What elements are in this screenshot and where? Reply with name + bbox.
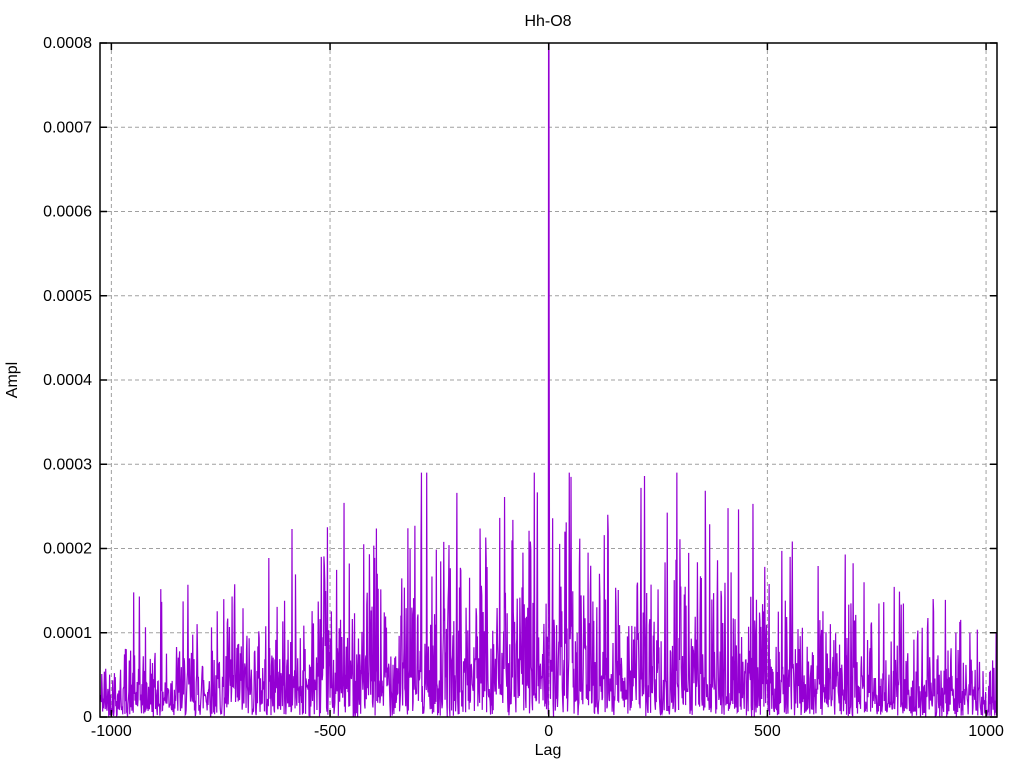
- chart-svg: -1000 -500 0 500 1000 0 0.0001 0.0002 0.0003 0.00…: [4, 13, 1004, 759]
- y-tick-label: 0.0007: [43, 119, 92, 136]
- series-line: [100, 43, 997, 717]
- y-tick-label: 0.0005: [43, 288, 92, 305]
- x-axis-label: Lag: [535, 742, 562, 759]
- x-tick-label: 0: [544, 723, 553, 740]
- series-layer: [100, 43, 997, 717]
- x-tick-label: -1000: [91, 723, 132, 740]
- y-tick-label: 0.0004: [43, 372, 92, 389]
- y-tick-label: 0.0003: [43, 456, 92, 473]
- y-tick-label: 0.0001: [43, 625, 92, 642]
- x-tick-label: 1000: [968, 723, 1004, 740]
- x-tick-label: 500: [754, 723, 781, 740]
- y-axis-label: Ampl: [4, 362, 21, 398]
- y-tick-label: 0.0006: [43, 204, 92, 221]
- y-tick-label: 0: [83, 709, 92, 726]
- y-tick-label: 0.0002: [43, 541, 92, 558]
- chart-figure: -1000 -500 0 500 1000 0 0.0001 0.0002 0.0003 0.00…: [0, 0, 1024, 768]
- y-tick-label: 0.0008: [43, 35, 92, 52]
- chart-title: Hh-O8: [524, 13, 571, 30]
- x-tick-label: -500: [314, 723, 346, 740]
